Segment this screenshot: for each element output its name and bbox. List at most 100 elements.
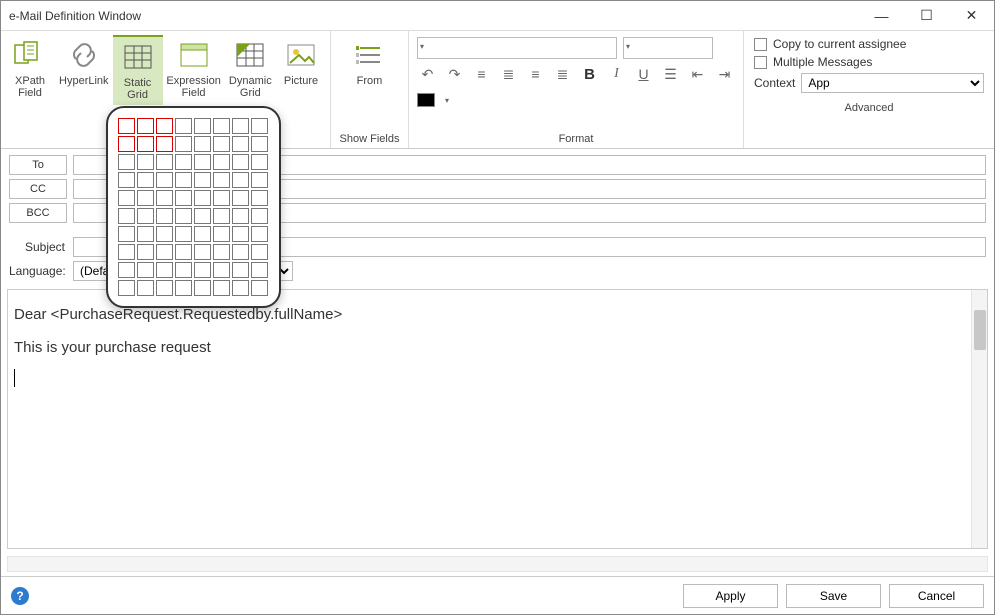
grid-cell[interactable] [194, 262, 211, 278]
bcc-button[interactable]: BCC [9, 203, 67, 223]
grid-cell[interactable] [194, 136, 211, 152]
grid-cell[interactable] [232, 154, 249, 170]
font-family-combo[interactable] [417, 37, 617, 59]
grid-cell[interactable] [213, 226, 230, 242]
grid-cell[interactable] [118, 136, 135, 152]
grid-cell[interactable] [232, 190, 249, 206]
grid-cell[interactable] [232, 226, 249, 242]
grid-cell[interactable] [232, 208, 249, 224]
grid-size-popup[interactable] [106, 106, 281, 308]
grid-cell[interactable] [156, 190, 173, 206]
grid-cell[interactable] [251, 226, 268, 242]
static-grid-button[interactable]: Static Grid [113, 35, 163, 105]
grid-cell[interactable] [175, 262, 192, 278]
grid-cell[interactable] [213, 172, 230, 188]
grid-cell[interactable] [232, 280, 249, 296]
grid-cell[interactable] [118, 208, 135, 224]
grid-cell[interactable] [251, 190, 268, 206]
grid-cell[interactable] [156, 208, 173, 224]
grid-cell[interactable] [251, 262, 268, 278]
grid-cell[interactable] [118, 154, 135, 170]
copy-assignee-checkbox[interactable] [754, 38, 767, 51]
cc-button[interactable]: CC [9, 179, 67, 199]
italic-icon[interactable]: I [606, 63, 627, 85]
grid-cell[interactable] [156, 262, 173, 278]
email-body-editor[interactable]: Dear <PurchaseRequest.Requestedby.fullNa… [8, 290, 987, 548]
grid-cell[interactable] [213, 280, 230, 296]
grid-cell[interactable] [175, 208, 192, 224]
grid-cell[interactable] [194, 244, 211, 260]
grid-cell[interactable] [118, 172, 135, 188]
grid-cell[interactable] [175, 280, 192, 296]
grid-cell[interactable] [194, 208, 211, 224]
undo-icon[interactable]: ↶ [417, 63, 438, 85]
grid-cell[interactable] [118, 118, 135, 134]
hyperlink-button[interactable]: HyperLink [55, 35, 113, 91]
redo-icon[interactable]: ↷ [444, 63, 465, 85]
grid-cell[interactable] [251, 280, 268, 296]
grid-cell[interactable] [156, 280, 173, 296]
grid-cell[interactable] [251, 244, 268, 260]
grid-cell[interactable] [137, 226, 154, 242]
grid-cell[interactable] [232, 262, 249, 278]
save-button[interactable]: Save [786, 584, 881, 608]
grid-picker[interactable] [118, 118, 269, 296]
grid-cell[interactable] [175, 226, 192, 242]
grid-cell[interactable] [118, 280, 135, 296]
grid-cell[interactable] [232, 136, 249, 152]
grid-cell[interactable] [137, 262, 154, 278]
grid-cell[interactable] [213, 244, 230, 260]
align-justify-icon[interactable]: ≣ [552, 63, 573, 85]
align-right-icon[interactable]: ≡ [525, 63, 546, 85]
grid-cell[interactable] [251, 136, 268, 152]
grid-cell[interactable] [156, 118, 173, 134]
indent-icon[interactable]: ⇥ [714, 63, 735, 85]
grid-cell[interactable] [156, 136, 173, 152]
grid-cell[interactable] [118, 262, 135, 278]
cancel-button[interactable]: Cancel [889, 584, 984, 608]
xpath-field-button[interactable]: XPath Field [5, 35, 55, 103]
grid-cell[interactable] [137, 190, 154, 206]
grid-cell[interactable] [251, 118, 268, 134]
grid-cell[interactable] [137, 244, 154, 260]
align-left-icon[interactable]: ≡ [471, 63, 492, 85]
font-size-combo[interactable] [623, 37, 713, 59]
grid-cell[interactable] [175, 244, 192, 260]
close-button[interactable]: ✕ [949, 1, 994, 31]
context-select[interactable]: App [801, 73, 984, 93]
multiple-messages-checkbox[interactable] [754, 56, 767, 69]
grid-cell[interactable] [213, 208, 230, 224]
horizontal-scrollbar[interactable] [7, 556, 988, 572]
from-button[interactable]: From [345, 35, 395, 91]
underline-icon[interactable]: U [633, 63, 654, 85]
grid-cell[interactable] [232, 172, 249, 188]
grid-cell[interactable] [156, 226, 173, 242]
grid-cell[interactable] [251, 208, 268, 224]
grid-cell[interactable] [156, 172, 173, 188]
minimize-button[interactable]: — [859, 1, 904, 31]
scrollbar-thumb[interactable] [974, 310, 986, 350]
bullet-list-icon[interactable]: ☰ [660, 63, 681, 85]
grid-cell[interactable] [156, 244, 173, 260]
grid-cell[interactable] [194, 118, 211, 134]
expression-field-button[interactable]: Expression Field [163, 35, 225, 103]
to-button[interactable]: To [9, 155, 67, 175]
grid-cell[interactable] [213, 262, 230, 278]
grid-cell[interactable] [175, 172, 192, 188]
grid-cell[interactable] [118, 190, 135, 206]
grid-cell[interactable] [194, 280, 211, 296]
grid-cell[interactable] [137, 136, 154, 152]
maximize-button[interactable]: ☐ [904, 1, 949, 31]
grid-cell[interactable] [194, 190, 211, 206]
grid-cell[interactable] [251, 172, 268, 188]
grid-cell[interactable] [194, 172, 211, 188]
grid-cell[interactable] [194, 154, 211, 170]
grid-cell[interactable] [175, 118, 192, 134]
grid-cell[interactable] [213, 190, 230, 206]
dynamic-grid-button[interactable]: Dynamic Grid [225, 35, 276, 103]
grid-cell[interactable] [213, 136, 230, 152]
grid-cell[interactable] [251, 154, 268, 170]
bold-icon[interactable]: B [579, 63, 600, 85]
font-color-dropdown[interactable] [441, 89, 451, 111]
grid-cell[interactable] [137, 154, 154, 170]
